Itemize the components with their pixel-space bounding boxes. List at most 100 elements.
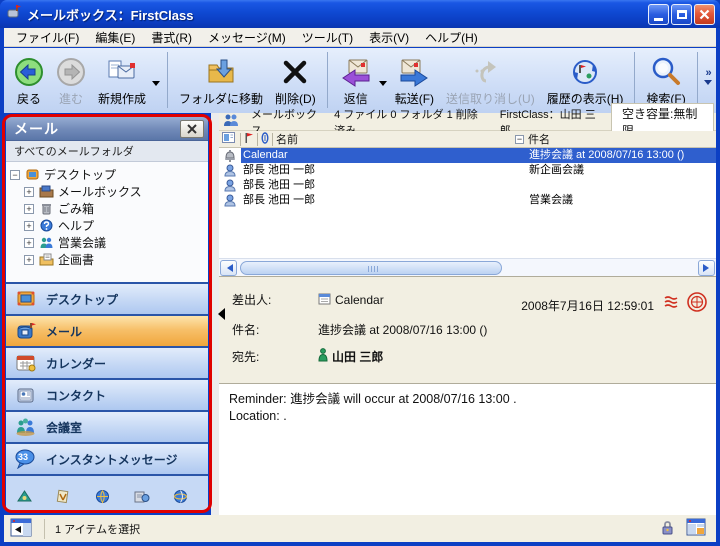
thumb-grip-icon <box>371 266 372 272</box>
tree-item-sales-meeting[interactable]: + 営業会議 <box>10 234 208 251</box>
nav-contacts-button[interactable]: コンタクト <box>6 380 208 412</box>
expand-expander-icon[interactable]: + <box>24 187 34 197</box>
app-window: メールボックス：FirstClass ファイル(F) 編集(E) 書式(R) メ… <box>0 0 720 546</box>
menu-message[interactable]: メッセージ(M) <box>200 28 294 47</box>
attachment-column-icon[interactable] <box>261 132 269 147</box>
tree-item-trash[interactable]: + ごみ箱 <box>10 200 208 217</box>
status-bar: 1 アイテムを選択 <box>4 515 716 542</box>
delete-button[interactable]: 削除(D) <box>269 51 322 110</box>
message-row[interactable]: 部長 池田 一郎 <box>219 178 716 193</box>
scroll-left-button[interactable] <box>220 260 237 276</box>
mailbox-folder-icon <box>39 185 54 198</box>
reply-dropdown-icon[interactable] <box>379 81 387 90</box>
trash-icon <box>39 202 54 215</box>
overflow-chevron-icon: » <box>705 69 710 78</box>
conference-room-icon <box>14 417 38 437</box>
tree-item-proposal[interactable]: + 企画書 <box>10 251 208 268</box>
menu-tools[interactable]: ツール(T) <box>294 28 361 47</box>
web-folder-icon[interactable] <box>94 489 111 504</box>
message-subject: 新企画会議 <box>524 163 716 178</box>
new-message-button[interactable]: 新規作成 <box>92 51 152 110</box>
collapse-expander-icon[interactable]: − <box>10 170 20 180</box>
expand-expander-icon[interactable]: + <box>24 238 34 248</box>
sidebar-close-button[interactable] <box>180 120 204 138</box>
delete-label: 削除(D) <box>275 90 316 107</box>
new-message-dropdown-icon[interactable] <box>152 81 160 90</box>
expand-expander-icon[interactable]: + <box>24 204 34 214</box>
unsend-label: 送信取り消し(U) <box>446 90 535 107</box>
menu-help[interactable]: ヘルプ(H) <box>417 28 486 47</box>
scrollbar-track[interactable] <box>238 260 697 276</box>
message-row[interactable]: Calendar 進捗会議 at 2008/07/16 13:00 () <box>219 148 716 163</box>
history-button[interactable]: 履歴の表示(H) <box>541 51 630 110</box>
nav-conferences-button[interactable]: 会議室 <box>6 412 208 444</box>
move-to-folder-button[interactable]: フォルダに移動 <box>173 51 269 110</box>
all-mail-folders-label: すべてのメールフォルダ <box>6 141 208 162</box>
window-title: メールボックス：FirstClass <box>27 5 646 24</box>
expand-expander-icon[interactable]: + <box>24 255 34 265</box>
minimize-icon <box>654 18 663 21</box>
nav-label: メール <box>46 323 82 340</box>
back-button[interactable]: 戻る <box>8 51 50 110</box>
tree-item-label: ごみ箱 <box>58 200 94 217</box>
nav-calendar-button[interactable]: カレンダー <box>6 348 208 380</box>
message-row[interactable]: 部長 池田 一郎 新企画会議 <box>219 163 716 178</box>
forward-mail-button[interactable]: 転送(F) <box>389 51 440 110</box>
toolbar-separator <box>167 52 168 108</box>
scroll-right-icon <box>703 264 713 272</box>
name-column-header[interactable]: 名前 <box>276 131 298 147</box>
maximize-button[interactable] <box>671 4 692 25</box>
expand-expander-icon[interactable]: + <box>24 221 34 231</box>
nav-instant-message-button[interactable]: 33 インスタントメッセージ <box>6 444 208 476</box>
toolbar-separator <box>634 52 635 108</box>
column-separator <box>272 133 273 146</box>
unsend-button[interactable]: 送信取り消し(U) <box>440 51 541 110</box>
from-label: 差出人: <box>232 291 318 308</box>
to-value[interactable]: 山田 三郎 <box>332 348 383 365</box>
minimize-button[interactable] <box>648 4 669 25</box>
search-button[interactable]: 検索(F) <box>640 51 691 110</box>
scrollbar-thumb[interactable] <box>240 261 502 275</box>
menu-view[interactable]: 表示(V) <box>361 28 417 47</box>
message-type-column-icon[interactable] <box>222 132 235 146</box>
toggle-panel-icon[interactable] <box>10 518 32 540</box>
desktop-icon <box>25 168 40 181</box>
search-icon <box>650 54 682 90</box>
panel-collapse-handle-icon[interactable] <box>212 308 225 320</box>
message-subject: 営業会議 <box>524 193 716 208</box>
from-value[interactable]: Calendar <box>335 293 384 307</box>
tree-item-desktop[interactable]: − デスクトップ <box>10 166 208 183</box>
menu-edit[interactable]: 編集(E) <box>87 28 143 47</box>
selection-status: 1 アイテムを選択 <box>55 521 140 537</box>
horizontal-scrollbar <box>219 258 716 276</box>
message-subject <box>524 178 716 193</box>
flag-column-icon[interactable] <box>244 132 254 147</box>
tree-item-mailbox[interactable]: + メールボックス <box>10 183 208 200</box>
toolbar-overflow-button[interactable]: » <box>704 69 712 89</box>
nav-desktop-button[interactable]: デスクトップ <box>6 284 208 316</box>
menu-format[interactable]: 書式(R) <box>143 28 200 47</box>
subject-column-header[interactable]: 件名 <box>528 131 550 147</box>
overflow-dropdown-icon <box>704 80 712 89</box>
reply-button[interactable]: 返信 <box>333 51 379 110</box>
menu-file[interactable]: ファイル(F) <box>8 28 87 47</box>
preview-header: 差出人: Calendar 2008年7月16日 12:59:01 件名: 進捗… <box>219 276 716 383</box>
directory-icon[interactable] <box>55 489 72 504</box>
sidebar-header: メール <box>6 117 208 141</box>
forward-button[interactable]: 進む <box>50 51 92 110</box>
internet-icon[interactable] <box>172 489 189 504</box>
split-view-icon[interactable] <box>686 518 706 539</box>
reply-label: 返信 <box>344 90 368 107</box>
message-date: 2008年7月16日 12:59:01 <box>521 297 654 314</box>
scroll-right-button[interactable] <box>698 260 715 276</box>
desktop-icon <box>14 289 38 309</box>
close-button[interactable] <box>694 4 715 25</box>
tree-item-help[interactable]: + ヘルプ <box>10 217 208 234</box>
news-icon[interactable] <box>133 489 150 504</box>
body-line: Reminder: 進捗会議 will occur at 2008/07/16 … <box>229 391 710 408</box>
contacts-icon <box>14 385 38 405</box>
nav-mail-button[interactable]: メール <box>6 316 208 348</box>
community-icon[interactable] <box>16 489 33 504</box>
subject-collapse-icon[interactable]: − <box>515 135 524 144</box>
message-row[interactable]: 部長 池田 一郎 営業会議 <box>219 193 716 208</box>
